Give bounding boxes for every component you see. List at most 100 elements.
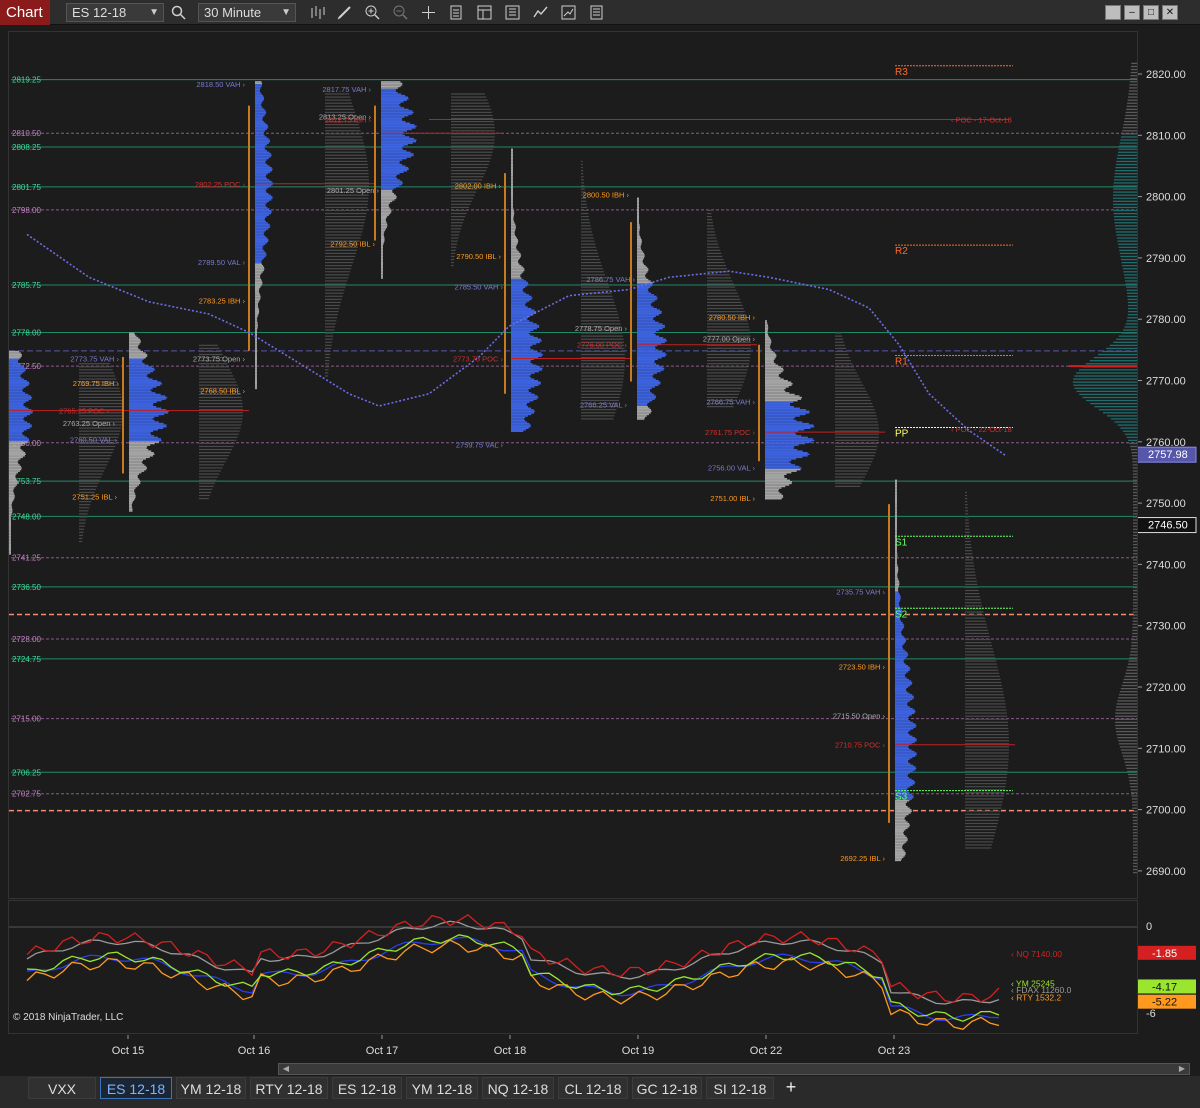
profile-bar xyxy=(381,117,402,120)
profile-bar xyxy=(765,364,779,367)
close-button[interactable]: ✕ xyxy=(1162,5,1178,20)
composite-profile-bar xyxy=(1116,703,1137,705)
indicator-panel[interactable]: ‹ NQ 7140.00 ‹ YM 25245 ‹ FDAX 11260.0 ‹ RT… xyxy=(8,900,1138,1034)
profile-bar xyxy=(255,231,265,233)
profile-bar xyxy=(637,251,644,253)
profile-bar xyxy=(381,148,403,151)
time-axis[interactable]: Oct 15 Oct 16 Oct 17 Oct 18 Oct 19 Oct 22 Oct … xyxy=(8,1035,1138,1061)
profile-bar xyxy=(255,297,261,299)
profile-bar xyxy=(895,727,914,730)
profile-bar xyxy=(381,179,400,181)
instrument-selector[interactable]: ES 12-18 ▼ xyxy=(66,3,164,22)
ghost-profile-bar xyxy=(79,537,83,540)
price-chart-panel[interactable]: 2819.25 2810.50 2808.25 2801.75 2798.00 2785.… xyxy=(2,31,1138,899)
indicator-canvas[interactable]: ‹ NQ 7140.00‹ YM 25245‹ FDAX 11260.0‹ RT… xyxy=(9,901,1137,1033)
profile-bar xyxy=(255,96,264,98)
profile-bar xyxy=(895,502,897,505)
add-tab-button[interactable]: + xyxy=(778,1077,804,1099)
ind-badge-text: -1.85 xyxy=(1152,948,1177,960)
scroll-right-icon[interactable]: ▶ xyxy=(1176,1064,1188,1074)
composite-profile-bar xyxy=(1132,479,1137,481)
profile-bar xyxy=(381,177,398,180)
profile-bar xyxy=(511,150,513,152)
maximize-button[interactable]: □ xyxy=(1143,5,1159,20)
composite-profile-bar xyxy=(1127,298,1137,301)
profile-bar xyxy=(129,404,154,406)
scroll-left-icon[interactable]: ◀ xyxy=(280,1064,292,1074)
ghost-profile-bar xyxy=(581,228,592,230)
tab-vxx[interactable]: VXX xyxy=(28,1077,96,1099)
snap-icon[interactable] xyxy=(1105,5,1121,20)
composite-profile-bar xyxy=(1132,476,1137,478)
tab-si[interactable]: SI 12-18 xyxy=(706,1077,774,1099)
tab-es-active[interactable]: ES 12-18 xyxy=(100,1077,172,1099)
profile-bar xyxy=(381,171,404,174)
profile-bar xyxy=(9,545,11,547)
profile-bar xyxy=(895,703,907,705)
draw-tool-icon[interactable] xyxy=(336,4,353,21)
profile-bar xyxy=(895,674,905,676)
composite-profile-bar xyxy=(1120,688,1137,690)
zoom-out-icon[interactable] xyxy=(392,4,409,21)
composite-profile-bar xyxy=(1118,743,1137,745)
search-icon[interactable] xyxy=(170,4,187,21)
profile-bar xyxy=(9,514,12,517)
bar-type-icon[interactable] xyxy=(309,4,326,21)
price-chart-canvas[interactable]: 2819.252810.502808.252801.752798.002785.… xyxy=(2,32,1137,898)
composite-profile-bar xyxy=(1123,274,1137,276)
ghost-profile-bar xyxy=(79,372,115,374)
profile-bar xyxy=(381,156,412,158)
profile-bar xyxy=(765,441,812,443)
profile-bar xyxy=(765,436,808,439)
composite-profile-bar xyxy=(1110,418,1137,420)
profile-bar xyxy=(255,347,257,350)
interval-selector[interactable]: 30 Minute ▼ xyxy=(198,3,296,22)
profile-bar xyxy=(381,84,403,86)
profile-bar xyxy=(511,427,529,429)
profile-bar xyxy=(895,634,903,636)
profile-bar xyxy=(129,462,143,465)
profile-bar xyxy=(637,366,663,368)
horizontal-scrollbar[interactable]: ◀ ▶ xyxy=(278,1063,1190,1075)
profile-bar xyxy=(129,415,159,417)
tab-rty[interactable]: RTY 12-18 xyxy=(250,1077,328,1099)
profile-bar xyxy=(511,281,528,284)
ym-series-line xyxy=(26,934,1000,1022)
strategies-icon[interactable] xyxy=(504,4,521,21)
profile-bar xyxy=(637,257,644,259)
profile-bar xyxy=(637,314,660,316)
composite-profile-bar xyxy=(1086,399,1137,402)
tab-es[interactable]: ES 12-18 xyxy=(332,1077,402,1099)
ghost-profile-bar xyxy=(199,470,221,472)
ghost-profile-bar xyxy=(965,669,999,671)
zoom-in-icon[interactable] xyxy=(364,4,381,21)
profile-bar xyxy=(765,464,796,466)
tab-ym-2[interactable]: YM 12-18 xyxy=(406,1077,478,1099)
profile-bar xyxy=(9,412,33,414)
profile-bar xyxy=(129,422,164,425)
profile-bar xyxy=(381,170,408,172)
ghost-profile-bar xyxy=(835,381,862,383)
tab-gc[interactable]: GC 12-18 xyxy=(632,1077,702,1099)
profile-bar xyxy=(511,378,535,380)
profile-bar xyxy=(129,361,143,364)
profile-bar xyxy=(637,398,655,400)
templates-icon[interactable] xyxy=(476,4,493,21)
tab-ym[interactable]: YM 12-18 xyxy=(176,1077,246,1099)
chart-trader-icon[interactable] xyxy=(588,4,605,21)
crosshair-icon[interactable] xyxy=(420,4,437,21)
composite-profile-bar xyxy=(1132,565,1137,567)
composite-profile-bar xyxy=(1126,289,1137,291)
composite-profile-bar xyxy=(1132,507,1137,509)
minimize-button[interactable]: – xyxy=(1124,5,1140,20)
properties-icon[interactable] xyxy=(560,4,577,21)
composite-profile-bar xyxy=(1125,280,1137,282)
tab-nq[interactable]: NQ 12-18 xyxy=(482,1077,554,1099)
profile-bar xyxy=(637,255,645,258)
price-axis[interactable]: 2820.00 2810.00 2800.00 2790.00 2780.00 2770.… xyxy=(1133,31,1200,1035)
profile-bar xyxy=(511,419,525,422)
ghost-profile-bar xyxy=(79,473,103,475)
data-box-icon[interactable] xyxy=(448,4,465,21)
indicators-icon[interactable] xyxy=(532,4,549,21)
tab-cl[interactable]: CL 12-18 xyxy=(558,1077,628,1099)
